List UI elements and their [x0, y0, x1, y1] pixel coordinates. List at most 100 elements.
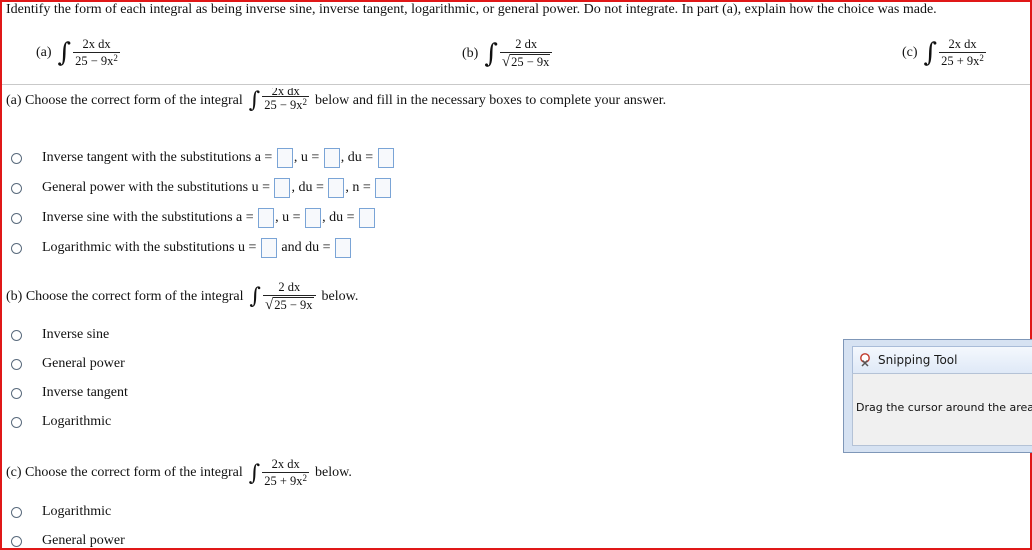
section-divider — [2, 84, 1030, 85]
integral-c-denominator: 25 + 9x — [941, 54, 980, 68]
option-a-logarithmic[interactable]: Logarithmic with the substitutions u = a… — [11, 238, 352, 258]
square-root-icon: √ — [265, 297, 274, 313]
integral-sign-icon: ∫ — [57, 38, 72, 68]
part-a-fraction: 2x dx 25 − 9x 2 — [262, 88, 310, 113]
part-a-question: (a) Choose the correct form of the integ… — [6, 88, 666, 113]
part-b-numerator: 2 dx — [278, 280, 301, 294]
answer-box-u[interactable] — [305, 208, 322, 228]
integral-a: (a) ∫ 2x dx 25 − 9x 2 — [36, 37, 120, 69]
square-root-icon: √ — [501, 54, 511, 70]
integral-sign-icon: ∫ — [249, 284, 261, 309]
option-c-general-power[interactable]: General power — [11, 533, 125, 548]
part-b-suffix: below. — [321, 288, 359, 304]
page-frame: Identify the form of each integral as be… — [0, 0, 1032, 550]
option-a-inverse-tangent[interactable]: Inverse tangent with the substitutions a… — [11, 148, 395, 168]
radio-button[interactable] — [11, 212, 22, 224]
option-b-inverse-tangent[interactable]: Inverse tangent — [11, 385, 128, 401]
integral-sign-icon: ∫ — [248, 88, 261, 113]
radio-button[interactable] — [11, 387, 22, 399]
radio-button[interactable] — [11, 182, 22, 194]
option-c-logarithmic[interactable]: Logarithmic — [11, 504, 111, 520]
part-a-exponent: 2 — [302, 97, 308, 107]
part-c-exponent: 2 — [302, 473, 308, 483]
answer-box-u[interactable] — [274, 178, 291, 198]
integral-a-denominator: 25 − 9x — [75, 54, 114, 68]
integral-b-label: (b) — [462, 45, 479, 61]
radio-button[interactable] — [11, 535, 22, 547]
integral-c-exponent: 2 — [979, 53, 984, 63]
radio-button[interactable] — [11, 416, 22, 428]
option-text: General power — [42, 356, 125, 371]
option-text: General power with the substitutions u = — [42, 180, 270, 195]
part-a-numerator: 2x dx — [271, 88, 300, 96]
snipping-tool-titlebar[interactable]: Snipping Tool — [852, 346, 1032, 374]
snipping-tool-window[interactable]: Snipping Tool Drag the cursor around the… — [843, 339, 1032, 453]
answer-box-n[interactable] — [375, 178, 392, 198]
option-text: , du = — [322, 210, 355, 225]
part-c-question: (c) Choose the correct form of the integ… — [6, 457, 352, 489]
part-a-prompt: (a) Choose the correct form of the integ… — [6, 92, 243, 108]
option-a-general-power[interactable]: General power with the substitutions u =… — [11, 178, 392, 198]
answer-box-du[interactable] — [328, 178, 345, 198]
integral-a-label: (a) — [36, 45, 52, 60]
option-text: , u = — [275, 210, 301, 225]
option-text: , du = — [340, 150, 374, 165]
integral-a-exponent: 2 — [113, 53, 118, 63]
option-text: Logarithmic — [42, 504, 112, 519]
option-text: , n = — [345, 180, 371, 195]
integral-sign-icon: ∫ — [923, 38, 938, 68]
part-a-denominator: 25 − 9x — [264, 98, 303, 112]
option-text: and du = — [281, 240, 331, 255]
option-b-logarithmic[interactable]: Logarithmic — [11, 414, 111, 430]
option-text: Inverse sine with the substitutions a = — [42, 210, 254, 225]
part-b-question: (b) Choose the correct form of the integ… — [6, 280, 358, 313]
instructions-text: Identify the form of each integral as be… — [6, 2, 937, 17]
option-text: , du = — [291, 180, 324, 195]
option-a-inverse-sine[interactable]: Inverse sine with the substitutions a = … — [11, 208, 376, 228]
part-c-fraction: 2x dx 25 + 9x 2 — [262, 457, 310, 489]
part-c-denominator: 25 + 9x — [264, 474, 303, 488]
radio-button[interactable] — [11, 358, 22, 370]
integral-a-fraction: 2x dx 25 − 9x 2 — [73, 37, 120, 69]
part-b-fraction: 2 dx √ 25 − 9x — [263, 280, 316, 313]
snipping-tool-title: Snipping Tool — [878, 353, 958, 367]
scissors-icon — [859, 353, 873, 367]
answer-box-a[interactable] — [258, 208, 275, 228]
answer-box-a[interactable] — [276, 148, 293, 168]
answer-box-du[interactable] — [358, 208, 375, 228]
snipping-tool-body: Drag the cursor around the area you w — [852, 373, 1032, 446]
integral-b-fraction: 2 dx √ 25 − 9x — [499, 37, 553, 70]
option-text: Logarithmic — [42, 414, 112, 429]
integral-sign-icon: ∫ — [484, 38, 498, 69]
answer-box-du[interactable] — [377, 148, 394, 168]
option-text: Inverse tangent with the substitutions a… — [42, 150, 273, 165]
integral-sign-icon: ∫ — [248, 460, 261, 486]
radio-button[interactable] — [11, 152, 22, 164]
part-b-denominator: 25 − 9x — [273, 297, 314, 312]
integral-c-label: (c) — [902, 45, 918, 60]
option-b-general-power[interactable]: General power — [11, 356, 125, 372]
snipping-tool-message: Drag the cursor around the area you w — [856, 401, 1032, 414]
answer-box-u[interactable] — [323, 148, 340, 168]
integral-b-denominator: 25 − 9x — [510, 54, 551, 69]
radio-button[interactable] — [11, 242, 22, 254]
option-text: General power — [42, 533, 125, 548]
integral-c-numerator: 2x dx — [948, 37, 977, 51]
part-b-prompt: (b) Choose the correct form of the integ… — [6, 288, 244, 304]
integral-b: (b) ∫ 2 dx √ 25 − 9x — [462, 37, 553, 70]
option-text: Logarithmic with the substitutions u = — [42, 240, 257, 255]
integral-c: (c) ∫ 2x dx 25 + 9x 2 — [902, 37, 986, 69]
integral-a-numerator: 2x dx — [82, 37, 111, 51]
part-c-suffix: below. — [315, 465, 352, 480]
option-text: Inverse sine — [42, 327, 110, 342]
option-text: Inverse tangent — [42, 385, 128, 400]
part-a-suffix: below and fill in the necessary boxes to… — [315, 92, 667, 108]
option-text: , u = — [293, 150, 320, 165]
option-b-inverse-sine[interactable]: Inverse sine — [11, 327, 109, 343]
part-c-prompt: (c) Choose the correct form of the integ… — [6, 465, 243, 480]
answer-box-u[interactable] — [260, 238, 277, 258]
radio-button[interactable] — [11, 329, 22, 341]
radio-button[interactable] — [11, 506, 22, 518]
answer-box-du[interactable] — [335, 238, 351, 258]
part-c-numerator: 2x dx — [271, 457, 300, 471]
